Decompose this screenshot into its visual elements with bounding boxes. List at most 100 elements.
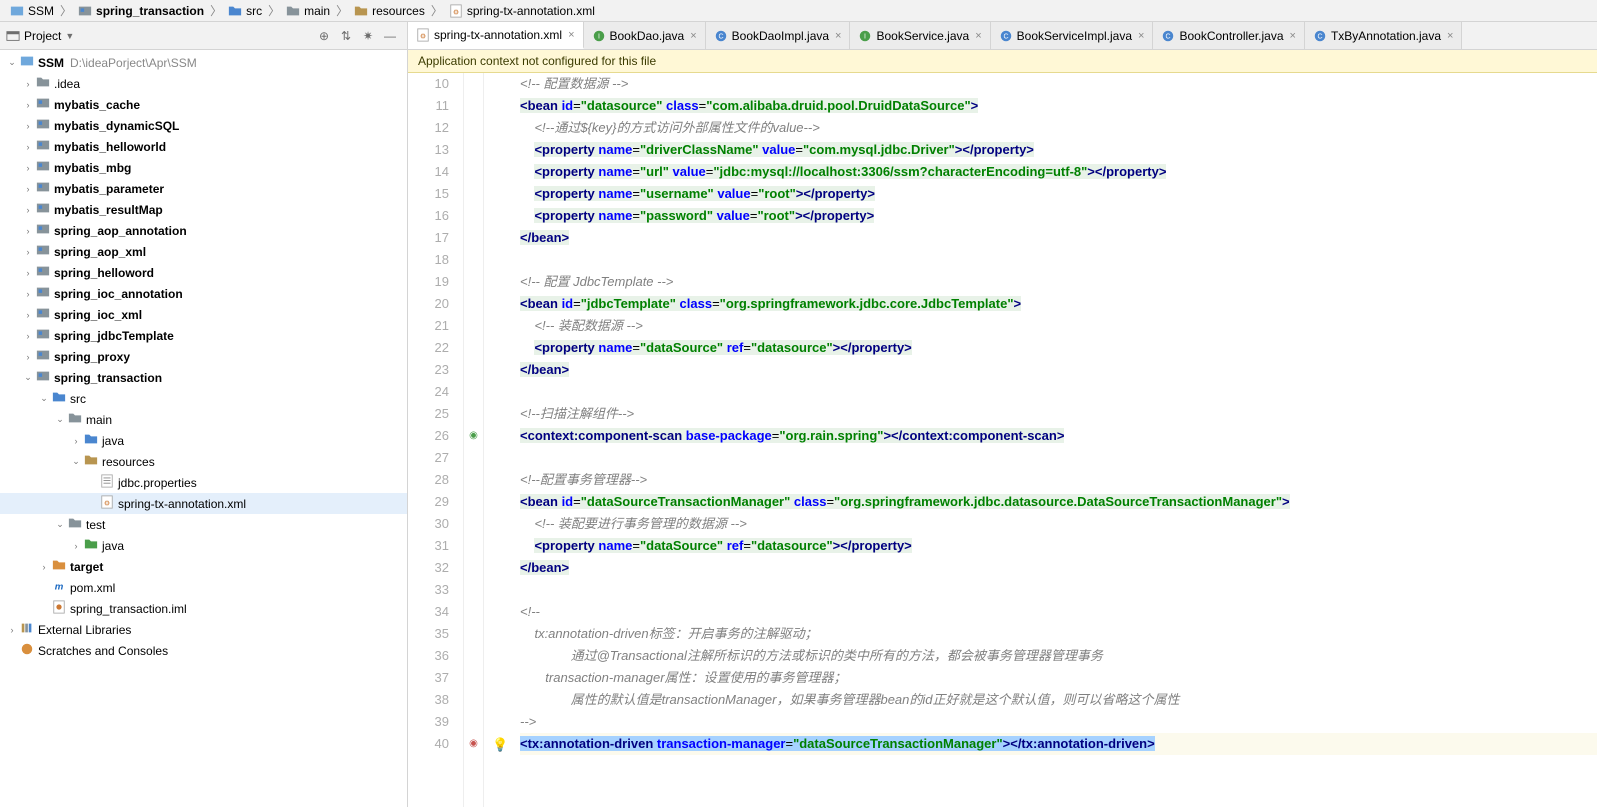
breadcrumb-item[interactable]: src	[224, 4, 266, 18]
code-editor[interactable]: 1011121314151617181920212223242526272829…	[408, 73, 1597, 807]
code-line[interactable]: </bean>	[520, 227, 1597, 249]
tree-item[interactable]: ›spring_ioc_annotation	[0, 283, 407, 304]
code-line[interactable]: <property name="url" value="jdbc:mysql:/…	[520, 161, 1597, 183]
tree-item[interactable]: ›mybatis_dynamicSQL	[0, 115, 407, 136]
code-line[interactable]: tx:annotation-driven标签：开启事务的注解驱动；	[520, 623, 1597, 645]
tree-arrow-icon[interactable]: ⌄	[54, 519, 66, 530]
tree-item[interactable]: ›mybatis_cache	[0, 94, 407, 115]
tree-arrow-icon[interactable]: ›	[70, 436, 82, 446]
code-line[interactable]: 属性的默认值是transactionManager，如果事务管理器bean的id…	[520, 689, 1597, 711]
settings-icon[interactable]: ✷	[359, 27, 377, 45]
code-line[interactable]: <!--配置事务管理器-->	[520, 469, 1597, 491]
tree-arrow-icon[interactable]: ›	[70, 541, 82, 551]
tree-item[interactable]: ›spring_helloword	[0, 262, 407, 283]
code-content[interactable]: <!-- 配置数据源 --><bean id="datasource" clas…	[484, 73, 1597, 807]
code-line[interactable]: </bean>	[520, 557, 1597, 579]
tree-item[interactable]: ⌄main	[0, 409, 407, 430]
code-line[interactable]	[520, 249, 1597, 271]
close-icon[interactable]: ×	[835, 30, 841, 42]
tree-item[interactable]: ›spring_aop_annotation	[0, 220, 407, 241]
code-line[interactable]	[520, 447, 1597, 469]
tree-arrow-icon[interactable]: ›	[22, 184, 34, 194]
tree-item[interactable]: ›spring_jdbcTemplate	[0, 325, 407, 346]
code-line[interactable]: 通过@Transactional注解所标识的方法或标识的类中所有的方法，都会被事…	[520, 645, 1597, 667]
tree-arrow-icon[interactable]: ›	[22, 79, 34, 89]
tree-arrow-icon[interactable]: ›	[22, 310, 34, 320]
editor-tab[interactable]: CBookDaoImpl.java×	[706, 22, 851, 49]
close-icon[interactable]: ×	[1447, 30, 1453, 42]
breadcrumb-item[interactable]: ⚙spring-tx-annotation.xml	[445, 4, 599, 18]
tree-item[interactable]: ›mybatis_mbg	[0, 157, 407, 178]
code-line[interactable]: <bean id="dataSourceTransactionManager" …	[520, 491, 1597, 513]
code-line[interactable]: <property name="username" value="root"><…	[520, 183, 1597, 205]
tree-item[interactable]: ⌄resources	[0, 451, 407, 472]
tree-item[interactable]: Scratches and Consoles	[0, 640, 407, 661]
code-line[interactable]: </bean>	[520, 359, 1597, 381]
tree-item[interactable]: jdbc.properties	[0, 472, 407, 493]
editor-tab[interactable]: CBookServiceImpl.java×	[991, 22, 1154, 49]
expand-icon[interactable]: ⇅	[337, 27, 355, 45]
code-line[interactable]	[520, 579, 1597, 601]
code-line[interactable]: <!-- 装配要进行事务管理的数据源 -->	[520, 513, 1597, 535]
close-icon[interactable]: ×	[1138, 30, 1144, 42]
tree-arrow-icon[interactable]: ›	[22, 268, 34, 278]
code-line[interactable]	[520, 381, 1597, 403]
tree-arrow-icon[interactable]: ⌄	[70, 456, 82, 467]
tree-item[interactable]: ›mybatis_parameter	[0, 178, 407, 199]
tree-item[interactable]: spring_transaction.iml	[0, 598, 407, 619]
tree-arrow-icon[interactable]: ›	[22, 226, 34, 236]
tree-item[interactable]: ›mybatis_resultMap	[0, 199, 407, 220]
breadcrumb-item[interactable]: spring_transaction	[74, 4, 208, 18]
hide-icon[interactable]: —	[381, 27, 399, 45]
tree-arrow-icon[interactable]: ⌄	[22, 372, 34, 383]
editor-tab[interactable]: CTxByAnnotation.java×	[1305, 22, 1463, 49]
context-warning-bar[interactable]: Application context not configured for t…	[408, 50, 1597, 73]
tree-arrow-icon[interactable]: ›	[6, 625, 18, 635]
project-tree[interactable]: ⌄SSMD:\ideaPorject\Apr\SSM›.idea›mybatis…	[0, 50, 407, 807]
code-line[interactable]: <!-- 配置数据源 -->	[520, 73, 1597, 95]
code-line[interactable]: <bean id="datasource" class="com.alibaba…	[520, 95, 1597, 117]
tree-item[interactable]: ›External Libraries	[0, 619, 407, 640]
code-line[interactable]: <!--扫描注解组件-->	[520, 403, 1597, 425]
locate-icon[interactable]: ⊕	[315, 27, 333, 45]
tree-item[interactable]: ⌄src	[0, 388, 407, 409]
tree-item[interactable]: ›spring_ioc_xml	[0, 304, 407, 325]
editor-tab[interactable]: CBookController.java×	[1153, 22, 1305, 49]
close-icon[interactable]: ×	[1290, 30, 1296, 42]
code-line[interactable]: <property name="dataSource" ref="datasou…	[520, 337, 1597, 359]
breadcrumb-item[interactable]: SSM	[6, 4, 58, 18]
tree-arrow-icon[interactable]: ⌄	[6, 57, 18, 68]
code-line[interactable]: <!--	[520, 601, 1597, 623]
tree-arrow-icon[interactable]: ›	[38, 562, 50, 572]
tree-arrow-icon[interactable]: ›	[22, 247, 34, 257]
code-line[interactable]: <property name="driverClassName" value="…	[520, 139, 1597, 161]
tree-item[interactable]: mpom.xml	[0, 577, 407, 598]
tree-arrow-icon[interactable]: ›	[22, 352, 34, 362]
tree-item[interactable]: ⌄spring_transaction	[0, 367, 407, 388]
close-icon[interactable]: ×	[690, 30, 696, 42]
code-line[interactable]: <property name="password" value="root"><…	[520, 205, 1597, 227]
tree-item[interactable]: ›spring_aop_xml	[0, 241, 407, 262]
editor-tab[interactable]: IBookDao.java×	[584, 22, 706, 49]
editor-tab[interactable]: IBookService.java×	[850, 22, 990, 49]
tree-item[interactable]: ›target	[0, 556, 407, 577]
code-line[interactable]: <!--通过${key}的方式访问外部属性文件的value-->	[520, 117, 1597, 139]
editor-tab[interactable]: ⚙spring-tx-annotation.xml×	[408, 22, 584, 49]
tree-arrow-icon[interactable]: ⌄	[54, 414, 66, 425]
breadcrumb-item[interactable]: resources	[350, 4, 429, 18]
tree-arrow-icon[interactable]: ›	[22, 331, 34, 341]
code-line[interactable]: <!-- 配置 JdbcTemplate -->	[520, 271, 1597, 293]
code-line[interactable]: <!-- 装配数据源 -->	[520, 315, 1597, 337]
tree-arrow-icon[interactable]: ⌄	[38, 393, 50, 404]
code-line[interactable]: <context:component-scan base-package="or…	[520, 425, 1597, 447]
tree-arrow-icon[interactable]: ›	[22, 100, 34, 110]
tree-arrow-icon[interactable]: ›	[22, 289, 34, 299]
tree-arrow-icon[interactable]: ›	[22, 205, 34, 215]
tree-item[interactable]: ⌄SSMD:\ideaPorject\Apr\SSM	[0, 52, 407, 73]
close-icon[interactable]: ×	[568, 29, 574, 41]
code-line[interactable]: <bean id="jdbcTemplate" class="org.sprin…	[520, 293, 1597, 315]
tree-item[interactable]: ⚙spring-tx-annotation.xml	[0, 493, 407, 514]
tree-item[interactable]: ›spring_proxy	[0, 346, 407, 367]
code-line[interactable]: <property name="dataSource" ref="datasou…	[520, 535, 1597, 557]
dropdown-arrow-icon[interactable]: ▼	[65, 31, 74, 41]
